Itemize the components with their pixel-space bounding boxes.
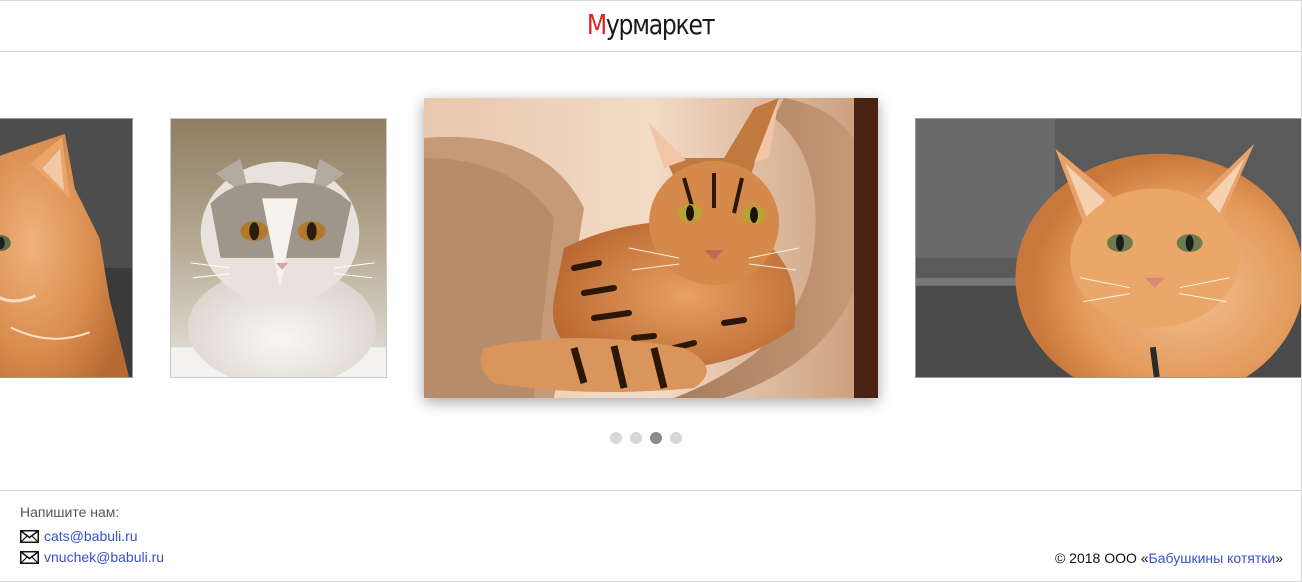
carousel-slide-4[interactable]	[915, 118, 1301, 378]
carousel-dot-1[interactable]	[610, 432, 622, 444]
grey-white-cat-image	[171, 119, 386, 377]
company-link[interactable]: Бабушкины котятки	[1149, 550, 1276, 566]
carousel-slide-1[interactable]	[0, 118, 133, 378]
envelope-icon	[20, 529, 39, 543]
carousel-dot-4[interactable]	[670, 432, 682, 444]
ginger-cat-image	[916, 119, 1301, 377]
email-link-vnuchek[interactable]: vnuchek@babuli.ru	[44, 549, 164, 565]
email-link-cats[interactable]: cats@babuli.ru	[44, 528, 138, 544]
carousel-dot-2[interactable]	[630, 432, 642, 444]
logo-text: урмаркет	[605, 8, 716, 41]
copyright-prefix: © 2018 ООО «	[1054, 550, 1149, 566]
copyright-suffix: »	[1275, 550, 1283, 566]
logo-accent-letter: М	[586, 8, 607, 41]
bengal-cat-image	[424, 98, 878, 398]
site-footer: Напишите нам: cats@babuli.ru vnuchek@bab…	[0, 490, 1301, 582]
site-header: Мурмаркет	[0, 1, 1301, 52]
carousel-pagination	[610, 432, 682, 444]
contact-email-row-1: cats@babuli.ru	[20, 527, 138, 545]
site-logo[interactable]: Мурмаркет	[104, 7, 1197, 43]
contact-email-row-2: vnuchek@babuli.ru	[20, 548, 164, 566]
ginger-cat-image-cropped	[0, 119, 132, 377]
carousel-slide-3-active[interactable]	[424, 98, 878, 398]
carousel-dot-3-active[interactable]	[650, 432, 662, 444]
contact-heading: Напишите нам:	[20, 504, 120, 520]
copyright-notice: © 2018 ООО «Бабушкины котятки»	[1055, 550, 1283, 566]
cat-carousel	[0, 53, 1301, 490]
page: Мурмаркет Напишите нам: cats@babuli.ru v…	[0, 0, 1302, 582]
envelope-icon	[20, 550, 39, 564]
carousel-slide-2[interactable]	[170, 118, 387, 378]
